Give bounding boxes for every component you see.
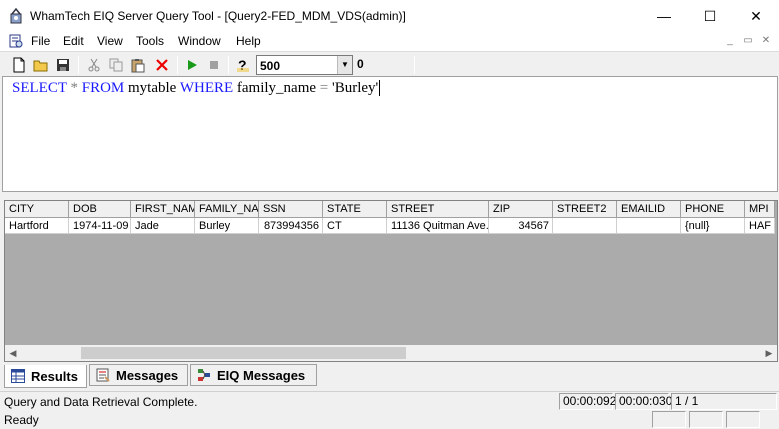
table-cell[interactable]: Jade — [131, 218, 195, 234]
table-cell[interactable]: 1974-11-09 — [69, 218, 131, 234]
sql-identifier: family_name — [236, 80, 317, 96]
tab-results[interactable]: Results — [4, 365, 87, 388]
column-header[interactable]: MPI — [745, 201, 775, 218]
app-icon[interactable] — [8, 7, 24, 24]
status-panel — [726, 411, 760, 428]
horizontal-scrollbar[interactable]: ◀ ▶ — [5, 345, 777, 361]
paste-icon[interactable] — [128, 55, 148, 75]
menu-help[interactable]: Help — [236, 34, 261, 48]
new-file-icon[interactable] — [9, 55, 29, 75]
column-header[interactable]: STREET — [387, 201, 489, 218]
document-icon[interactable] — [8, 33, 24, 49]
scroll-right-icon[interactable]: ▶ — [761, 345, 777, 361]
cut-icon[interactable] — [84, 55, 104, 75]
column-header[interactable]: PHONE — [681, 201, 745, 218]
maximize-button[interactable]: ☐ — [687, 0, 733, 32]
stop-icon[interactable] — [204, 55, 224, 75]
status-bar: Query and Data Retrieval Complete. 00:00… — [0, 391, 779, 410]
tab-label: Messages — [116, 367, 179, 383]
messages-icon — [96, 368, 110, 382]
sql-keyword: SELECT — [12, 80, 67, 96]
network-icon — [197, 368, 211, 382]
table-row[interactable]: Hartford 1974-11-09 Jade Burley 873994356 CT 1… — [5, 218, 775, 234]
table-cell[interactable] — [553, 218, 617, 234]
table-cell[interactable]: Burley — [195, 218, 259, 234]
status-panel — [689, 411, 723, 428]
mdi-minimize-button[interactable]: _ — [722, 34, 738, 48]
table-cell[interactable]: HAF — [745, 218, 775, 234]
mdi-close-button[interactable]: ✕ — [758, 34, 774, 48]
table-cell[interactable] — [617, 218, 681, 234]
sql-string: 'Burley' — [332, 80, 379, 96]
sql-keyword: FROM — [81, 80, 125, 96]
table-cell[interactable]: 11136 Quitman Ave. — [387, 218, 489, 234]
app-status-bar: Ready — [0, 410, 779, 429]
open-folder-icon[interactable] — [31, 55, 51, 75]
sql-editor[interactable]: SELECT * FROM mytable WHERE family_name … — [2, 76, 778, 192]
grid-icon — [11, 369, 25, 383]
column-header[interactable]: FAMILY_NA — [195, 201, 259, 218]
table-cell[interactable]: 34567 — [489, 218, 553, 234]
scroll-thumb[interactable] — [81, 347, 406, 359]
minimize-button[interactable]: — — [641, 0, 687, 32]
column-header[interactable]: EMAILID — [617, 201, 681, 218]
table-cell[interactable]: Hartford — [5, 218, 69, 234]
ready-label: Ready — [4, 413, 39, 427]
text-cursor: ​ — [379, 80, 381, 96]
menu-view[interactable]: View — [97, 34, 123, 48]
menu-bar: File Edit View Tools Window Help _ ▭ ✕ — [0, 32, 779, 51]
tab-eiq-messages[interactable]: EIQ Messages — [190, 364, 317, 386]
sql-identifier: mytable — [128, 80, 177, 96]
row-limit-value: 500 — [260, 59, 281, 73]
result-tabs: Results Messages EIQ Messages — [0, 362, 779, 388]
copy-icon[interactable] — [106, 55, 126, 75]
elapsed-time: 00:00:092 — [559, 393, 616, 410]
tab-messages[interactable]: Messages — [89, 364, 188, 386]
mdi-restore-button[interactable]: ▭ — [740, 34, 756, 48]
grid-header: CITY DOB FIRST_NAM FAMILY_NA SSN STATE STREET Z… — [5, 201, 775, 218]
status-message: Query and Data Retrieval Complete. — [4, 395, 198, 409]
table-cell[interactable]: CT — [323, 218, 387, 234]
sql-operator: = — [319, 80, 329, 96]
menu-window[interactable]: Window — [178, 34, 221, 48]
column-header[interactable]: ZIP — [489, 201, 553, 218]
row-count-label: 0 — [357, 57, 364, 71]
column-header[interactable]: SSN — [259, 201, 323, 218]
column-header[interactable]: STATE — [323, 201, 387, 218]
column-header[interactable]: STREET2 — [553, 201, 617, 218]
table-cell[interactable]: 873994356 — [259, 218, 323, 234]
help-icon[interactable]: ? — [233, 55, 253, 75]
column-header[interactable]: CITY — [5, 201, 69, 218]
table-cell[interactable]: {null} — [681, 218, 745, 234]
close-button[interactable]: ✕ — [733, 0, 779, 32]
menu-tools[interactable]: Tools — [136, 34, 164, 48]
column-header[interactable]: FIRST_NAM — [131, 201, 195, 218]
page-indicator: 1 / 1 — [671, 393, 777, 410]
results-grid[interactable]: CITY DOB FIRST_NAM FAMILY_NA SSN STATE STREET Z… — [4, 200, 778, 362]
menu-edit[interactable]: Edit — [63, 34, 84, 48]
chevron-down-icon[interactable]: ▼ — [337, 56, 352, 74]
toolbar-separator — [228, 56, 229, 74]
delete-icon[interactable] — [152, 55, 172, 75]
toolbar-separator — [414, 56, 415, 74]
save-icon[interactable] — [53, 55, 73, 75]
tab-label: Results — [31, 368, 78, 384]
window-title: WhamTech EIQ Server Query Tool - [Query2… — [30, 9, 406, 23]
sql-keyword: WHERE — [179, 80, 234, 96]
menu-file[interactable]: File — [31, 34, 50, 48]
toolbar-separator — [78, 56, 79, 74]
column-header[interactable]: DOB — [69, 201, 131, 218]
sql-operator: * — [70, 80, 78, 96]
tab-label: EIQ Messages — [217, 367, 306, 383]
scroll-left-icon[interactable]: ◀ — [5, 345, 21, 361]
status-panel — [652, 411, 686, 428]
toolbar-separator — [177, 56, 178, 74]
run-icon[interactable] — [182, 55, 202, 75]
fetch-time: 00:00:030 — [615, 393, 672, 410]
title-bar: WhamTech EIQ Server Query Tool - [Query2… — [0, 0, 779, 32]
sql-query-text: SELECT * FROM mytable WHERE family_name … — [12, 80, 381, 97]
toolbar: ? 500 ▼ 0 — [0, 51, 779, 76]
row-limit-select[interactable]: 500 ▼ — [256, 55, 353, 75]
